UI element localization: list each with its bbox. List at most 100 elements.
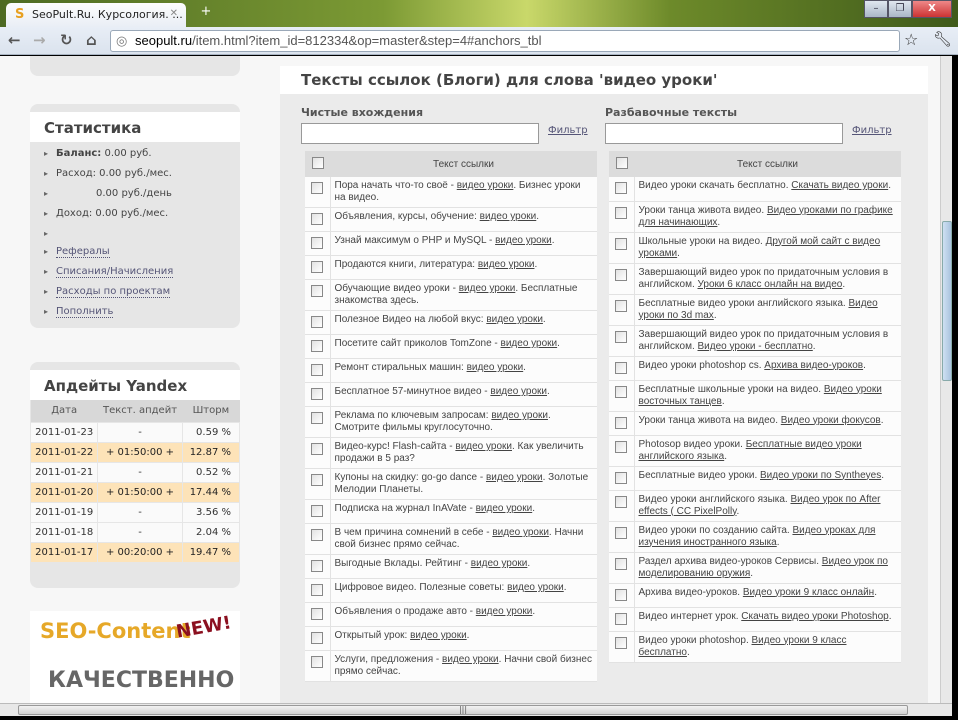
row-checkbox[interactable]	[305, 523, 331, 555]
row-checkbox[interactable]	[609, 325, 635, 357]
bookmark-star-icon[interactable]: ☆	[904, 30, 918, 49]
row-checkbox[interactable]	[305, 231, 331, 256]
anchor-link[interactable]: видео уроки	[455, 441, 512, 452]
checkbox[interactable]	[311, 237, 323, 249]
row-checkbox[interactable]	[609, 201, 635, 233]
checkbox[interactable]	[311, 213, 323, 225]
row-checkbox[interactable]	[609, 263, 635, 295]
anchor-link[interactable]: видео уроки	[467, 362, 524, 373]
checkbox[interactable]	[615, 299, 627, 312]
anchor-link[interactable]: видео уроки	[476, 503, 533, 514]
checkbox[interactable]	[311, 340, 323, 352]
row-checkbox[interactable]	[609, 411, 635, 436]
checkbox[interactable]	[615, 612, 627, 625]
row-checkbox[interactable]	[305, 279, 331, 311]
anchor-link[interactable]: видео уроки	[476, 606, 533, 617]
wrench-icon[interactable]: 🔧︎	[933, 30, 952, 48]
home-icon[interactable]: ⌂	[86, 31, 97, 49]
row-checkbox[interactable]	[305, 578, 331, 603]
project-costs-link[interactable]: Расходы по проектам	[56, 286, 171, 298]
row-checkbox[interactable]	[609, 380, 635, 412]
row-checkbox[interactable]	[305, 177, 331, 208]
seo-content-banner[interactable]: SEO-Content NEW! КАЧЕСТВЕННО	[30, 611, 240, 703]
row-checkbox[interactable]	[609, 177, 635, 202]
checkbox[interactable]	[311, 182, 323, 194]
dilution-filter-input[interactable]	[605, 123, 843, 144]
row-checkbox[interactable]	[609, 356, 635, 381]
row-checkbox[interactable]	[609, 521, 635, 553]
select-all-checkbox[interactable]	[305, 151, 330, 177]
checkbox[interactable]	[615, 330, 627, 343]
row-checkbox[interactable]	[609, 294, 635, 326]
anchor-link[interactable]: видео уроки	[501, 338, 558, 349]
dilution-filter-link[interactable]: Фильтр	[852, 125, 892, 136]
checkbox[interactable]	[615, 361, 627, 374]
anchor-link[interactable]: Видео уроки - бесплатно	[698, 341, 813, 352]
row-checkbox[interactable]	[305, 207, 331, 232]
row-checkbox[interactable]	[305, 310, 331, 335]
checkbox[interactable]	[615, 182, 627, 194]
row-checkbox[interactable]	[609, 631, 635, 663]
topup-link[interactable]: Пополнить	[56, 306, 114, 318]
anchor-link[interactable]: видео уроки	[442, 654, 499, 665]
anchor-link[interactable]: видео уроки	[459, 283, 516, 294]
checkbox[interactable]	[311, 505, 323, 517]
checkbox[interactable]	[615, 237, 627, 250]
address-bar[interactable]: ◎ seopult.ru/item.html?item_id=812334&op…	[110, 30, 900, 52]
vertical-scrollbar[interactable]	[940, 56, 952, 703]
horizontal-scrollbar[interactable]: |||	[0, 703, 952, 716]
checkbox[interactable]	[311, 388, 323, 400]
checkbox[interactable]	[615, 588, 627, 601]
checkbox[interactable]	[311, 632, 323, 644]
row-checkbox[interactable]	[305, 437, 331, 469]
anchor-link[interactable]: Видео уроки 9 класс онлайн	[743, 587, 874, 598]
row-checkbox[interactable]	[609, 583, 635, 608]
anchor-link[interactable]: Уроки 6 класс онлайн на видео	[698, 279, 843, 290]
anchor-link[interactable]: видео уроки	[480, 211, 537, 222]
scroll-thumb[interactable]	[942, 221, 952, 381]
checkbox[interactable]	[615, 636, 627, 649]
checkbox[interactable]	[311, 560, 323, 572]
checkbox[interactable]	[615, 416, 627, 429]
checkbox[interactable]	[311, 656, 323, 668]
anchor-link[interactable]: Видео уроки фокусов	[781, 415, 881, 426]
row-checkbox[interactable]	[305, 255, 331, 280]
anchor-link[interactable]: Видео уроки по Syntheyes	[760, 470, 881, 481]
row-checkbox[interactable]	[305, 382, 331, 407]
anchor-link[interactable]: видео уроки	[491, 410, 548, 421]
row-checkbox[interactable]	[305, 554, 331, 579]
checkbox[interactable]	[311, 529, 323, 541]
anchor-link[interactable]: видео уроки	[507, 582, 564, 593]
row-checkbox[interactable]	[609, 552, 635, 584]
checkbox[interactable]	[615, 440, 627, 453]
row-checkbox[interactable]	[305, 650, 331, 682]
anchor-link[interactable]: видео уроки	[486, 314, 543, 325]
charges-link[interactable]: Списания/Начисления	[56, 266, 174, 278]
close-window-button[interactable]: X	[912, 0, 952, 18]
anchor-link[interactable]: Скачать видео уроки Photoshop	[741, 611, 888, 622]
row-checkbox[interactable]	[305, 334, 331, 359]
checkbox[interactable]	[615, 557, 627, 570]
checkbox[interactable]	[311, 412, 323, 424]
row-checkbox[interactable]	[609, 232, 635, 264]
anchor-link[interactable]: Архива видео-уроков	[764, 360, 863, 371]
referrals-link[interactable]: Рефералы	[56, 246, 110, 258]
checkbox[interactable]	[615, 495, 627, 508]
anchor-link[interactable]: видео уроки	[410, 630, 467, 641]
checkbox[interactable]	[615, 526, 627, 539]
checkbox[interactable]	[311, 316, 323, 328]
close-tab-icon[interactable]: ✕	[170, 8, 178, 19]
select-all-checkbox[interactable]	[609, 151, 634, 177]
row-checkbox[interactable]	[305, 358, 331, 383]
checkbox[interactable]	[311, 261, 323, 273]
row-checkbox[interactable]	[305, 468, 331, 500]
checkbox[interactable]	[311, 584, 323, 596]
row-checkbox[interactable]	[609, 435, 635, 467]
row-checkbox[interactable]	[609, 490, 635, 522]
anchor-link[interactable]: Скачать видео уроки	[791, 180, 888, 191]
checkbox[interactable]	[615, 268, 627, 281]
row-checkbox[interactable]	[609, 466, 635, 491]
browser-tab[interactable]: S SeoPult.Ru. Курсология. ... ✕	[6, 3, 186, 27]
row-checkbox[interactable]	[305, 602, 331, 627]
maximize-button[interactable]: ❐	[888, 0, 912, 18]
